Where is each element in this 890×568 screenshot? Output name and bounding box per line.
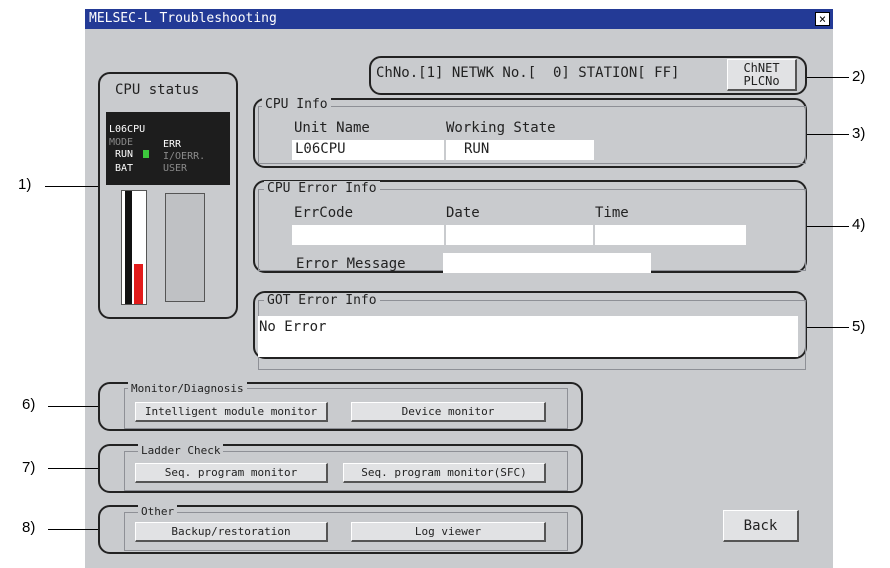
err-label: ERR	[163, 139, 182, 150]
callout-4-leader	[807, 226, 849, 227]
cpu-status-title: CPU status	[115, 82, 200, 98]
other-title: Other	[138, 505, 178, 518]
run-led-icon	[143, 150, 149, 158]
got-error-title: GOT Error Info	[264, 293, 380, 308]
plcno-label: PLCNo	[743, 74, 780, 88]
time-cell	[595, 225, 746, 245]
back-button[interactable]: Back	[723, 510, 799, 542]
ioerr-label: I/OERR.	[163, 151, 206, 162]
ladder-title: Ladder Check	[138, 444, 224, 457]
date-cell	[446, 225, 593, 245]
callout-4-label: 4)	[852, 216, 866, 233]
callout-7-label: 7)	[22, 459, 36, 476]
device-monitor-button[interactable]: Device monitor	[351, 402, 546, 422]
callout-6-label: 6)	[22, 396, 36, 413]
callout-2-leader	[807, 77, 849, 78]
callout-7-leader	[48, 468, 98, 469]
cpu-info-col-working-state: Working State	[446, 120, 556, 136]
cpu-module-slot	[165, 193, 205, 302]
bat-label: BAT	[115, 163, 134, 174]
unit-name-value: L06CPU	[295, 141, 346, 157]
callout-2-label: 2)	[852, 68, 866, 85]
mode-label: MODE	[109, 137, 134, 148]
callout-5-leader	[807, 327, 849, 328]
callout-3-leader	[807, 134, 849, 135]
window-title: MELSEC-L Troubleshooting	[85, 9, 833, 29]
close-icon[interactable]: ×	[815, 12, 830, 26]
log-viewer-button[interactable]: Log viewer	[351, 522, 546, 542]
cpu-error-col-time: Time	[595, 205, 629, 221]
monitor-title: Monitor/Diagnosis	[128, 382, 247, 395]
error-message-label: Error Message	[296, 256, 406, 272]
error-message-field	[443, 253, 651, 273]
run-label: RUN	[115, 149, 134, 160]
station-info: ChNo.[1] NETWK No.[ 0] STATION[ FF]	[376, 65, 680, 81]
cpu-info-col-unit-name: Unit Name	[294, 120, 370, 136]
battery-gauge	[121, 190, 147, 305]
battery-gauge-track	[125, 191, 132, 304]
callout-6-leader	[48, 406, 98, 407]
callout-8-label: 8)	[22, 519, 36, 536]
callout-1-leader	[45, 186, 98, 187]
errcode-cell	[292, 225, 444, 245]
seq-program-monitor-sfc-button[interactable]: Seq. program monitor(SFC)	[343, 463, 546, 483]
got-error-message-box	[258, 316, 798, 357]
cpu-error-col-errcode: ErrCode	[294, 205, 354, 221]
callout-8-leader	[48, 529, 98, 530]
user-label: USER	[163, 163, 188, 174]
intelligent-module-monitor-button[interactable]: Intelligent module monitor	[135, 402, 328, 422]
cpu-error-col-date: Date	[446, 205, 480, 221]
cpu-model: L06CPU	[109, 124, 146, 135]
chnet-plcno-button[interactable]: ChNET PLCNo	[727, 59, 797, 91]
working-state-value: RUN	[464, 141, 490, 157]
cpu-info-title: CPU Info	[262, 97, 331, 112]
cpu-error-title: CPU Error Info	[264, 181, 380, 196]
seq-program-monitor-button[interactable]: Seq. program monitor	[135, 463, 328, 483]
callout-1-label: 1)	[18, 176, 32, 193]
got-error-message: No Error	[259, 319, 327, 335]
battery-level-fill	[134, 264, 143, 304]
callout-3-label: 3)	[852, 125, 866, 142]
callout-5-label: 5)	[852, 318, 866, 335]
backup-restoration-button[interactable]: Backup/restoration	[135, 522, 328, 542]
